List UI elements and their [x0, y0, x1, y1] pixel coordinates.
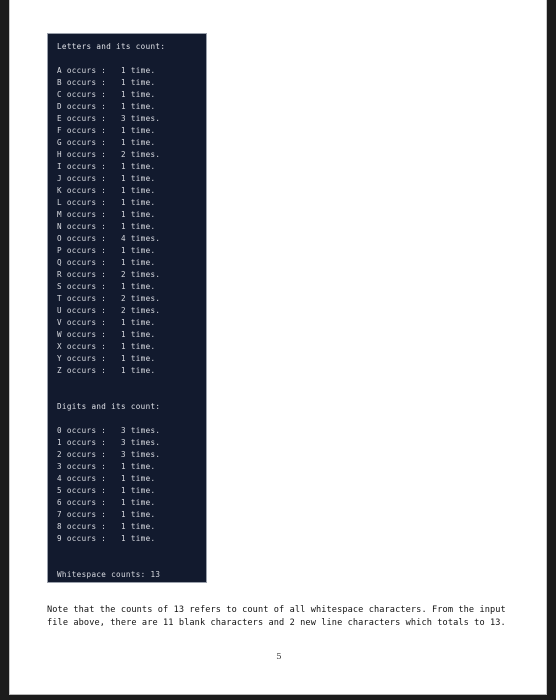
- letter-count-line: S occurs : 1 time.: [57, 282, 156, 291]
- letter-count-line: O occurs : 4 times.: [57, 234, 161, 243]
- letter-count-line: V occurs : 1 time.: [57, 318, 156, 327]
- digit-count-line: 9 occurs : 1 time.: [57, 534, 156, 543]
- letter-count-line: E occurs : 3 times.: [57, 114, 161, 123]
- letter-count-line: F occurs : 1 time.: [57, 126, 156, 135]
- letter-count-line: C occurs : 1 time.: [57, 90, 156, 99]
- letter-count-line: T occurs : 2 times.: [57, 294, 161, 303]
- letter-count-line: I occurs : 1 time.: [57, 162, 156, 171]
- digit-count-line: 3 occurs : 1 time.: [57, 462, 156, 471]
- digits-count-list: 0 occurs : 3 times. 1 occurs : 3 times. 2 …: [57, 425, 206, 545]
- letter-count-line: P occurs : 1 time.: [57, 246, 156, 255]
- letter-count-line: D occurs : 1 time.: [57, 102, 156, 111]
- letter-count-line: R occurs : 2 times.: [57, 270, 161, 279]
- digit-count-line: 2 occurs : 3 times.: [57, 450, 161, 459]
- digit-count-line: 5 occurs : 1 time.: [57, 486, 156, 495]
- letter-count-line: G occurs : 1 time.: [57, 138, 156, 147]
- letter-count-line: B occurs : 1 time.: [57, 78, 156, 87]
- digit-count-line: 8 occurs : 1 time.: [57, 522, 156, 531]
- letter-count-line: U occurs : 2 times.: [57, 306, 161, 315]
- document-page: Letters and its count: A occurs : 1 time…: [9, 0, 547, 695]
- explanatory-note-paragraph: Note that the counts of 13 refers to cou…: [47, 605, 512, 628]
- page-number: 5: [276, 652, 282, 662]
- letter-count-line: M occurs : 1 time.: [57, 210, 156, 219]
- digit-count-line: 4 occurs : 1 time.: [57, 474, 156, 483]
- whitespace-counts-line: Whitespace counts: 13: [57, 570, 161, 579]
- letter-count-line: N occurs : 1 time.: [57, 222, 156, 231]
- letter-count-line: Y occurs : 1 time.: [57, 354, 156, 363]
- terminal-output-window: Letters and its count: A occurs : 1 time…: [47, 33, 207, 583]
- letter-count-line: Z occurs : 1 time.: [57, 366, 156, 375]
- digit-count-line: 6 occurs : 1 time.: [57, 498, 156, 507]
- letters-count-list: A occurs : 1 time. B occurs : 1 time. C oc…: [57, 65, 206, 377]
- digit-count-line: 0 occurs : 3 times.: [57, 426, 161, 435]
- digits-section-heading: Digits and its count:: [57, 402, 161, 411]
- letter-count-line: K occurs : 1 time.: [57, 186, 156, 195]
- letter-count-line: H occurs : 2 times.: [57, 150, 161, 159]
- letter-count-line: L occurs : 1 time.: [57, 198, 156, 207]
- digit-count-line: 7 occurs : 1 time.: [57, 510, 156, 519]
- letter-count-line: X occurs : 1 time.: [57, 342, 156, 351]
- letters-section-heading: Letters and its count:: [57, 42, 166, 51]
- letter-count-line: W occurs : 1 time.: [57, 330, 156, 339]
- other-counts-line: Other counts: 4: [57, 581, 206, 582]
- digit-count-line: 1 occurs : 3 times.: [57, 438, 161, 447]
- letter-count-line: J occurs : 1 time.: [57, 174, 156, 183]
- letter-count-line: Q occurs : 1 time.: [57, 258, 156, 267]
- letter-count-line: A occurs : 1 time.: [57, 66, 156, 75]
